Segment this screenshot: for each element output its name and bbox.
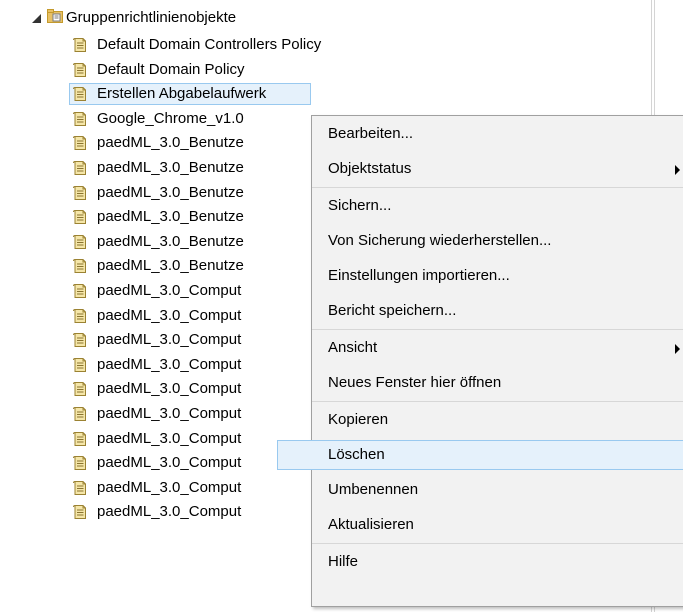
menu-item-einstellungen-importieren[interactable]: Einstellungen importieren... bbox=[312, 261, 683, 291]
menu-item-label: Bearbeiten... bbox=[328, 125, 414, 142]
gpo-tree-item-label: paedML_3.0_Benutze bbox=[97, 257, 244, 275]
gpo-document-icon bbox=[72, 86, 88, 102]
folder-gpo-icon bbox=[47, 9, 63, 23]
gpo-document-icon bbox=[72, 357, 88, 373]
gpo-document-icon bbox=[72, 381, 88, 397]
gpo-document-icon bbox=[72, 455, 88, 471]
gpo-tree-item-label: paedML_3.0_Benutze bbox=[97, 159, 244, 176]
gpo-tree-item-label: paedML_3.0_Comput bbox=[97, 331, 242, 349]
menu-item-label: Bericht speichern... bbox=[328, 302, 457, 319]
gpo-tree-item[interactable]: Default Domain Policy bbox=[0, 58, 640, 82]
gpo-tree-item-label: paedML_3.0_Comput bbox=[97, 405, 242, 422]
menu-item-label: Ansicht bbox=[328, 339, 378, 356]
gpo-document-icon bbox=[72, 209, 88, 225]
submenu-arrow-icon bbox=[675, 165, 680, 175]
gpo-tree-item-label: paedML_3.0_Benutze bbox=[97, 208, 244, 226]
menu-item-label: Sichern... bbox=[328, 197, 392, 214]
gpo-document-icon bbox=[72, 332, 88, 348]
gpo-document-icon bbox=[72, 406, 88, 422]
menu-item-umbenennen[interactable]: Umbenennen bbox=[312, 475, 683, 505]
gpo-document-icon bbox=[72, 160, 88, 176]
menu-separator bbox=[312, 187, 683, 188]
gpo-document-icon bbox=[72, 504, 88, 520]
context-menu: Bearbeiten... Objektstatus Sichern... Von S… bbox=[277, 115, 683, 607]
gpo-document-icon bbox=[72, 431, 88, 447]
menu-separator bbox=[312, 329, 683, 330]
menu-separator bbox=[312, 543, 683, 544]
gpo-document-icon bbox=[72, 480, 88, 496]
gpo-tree-item-label: Default Domain Controllers Policy bbox=[97, 36, 322, 53]
menu-item-kopieren[interactable]: Kopieren bbox=[312, 405, 683, 435]
menu-item-ansicht[interactable]: Ansicht bbox=[312, 333, 683, 363]
menu-item-sichern[interactable]: Sichern... bbox=[312, 191, 683, 221]
gpo-tree-item-label: paedML_3.0_Comput bbox=[97, 282, 242, 299]
gpo-tree-item-label: Google_Chrome_v1.0 bbox=[97, 109, 244, 127]
menu-item-label: Neues Fenster hier öffnen bbox=[328, 374, 502, 391]
menu-item-bearbeiten[interactable]: Bearbeiten... bbox=[312, 119, 683, 149]
gpo-document-icon bbox=[72, 234, 88, 250]
gpo-tree-item-label: paedML_3.0_Comput bbox=[97, 429, 242, 447]
gpo-tree-item[interactable]: Erstellen Abgabelaufwerk bbox=[0, 82, 640, 106]
menu-item-label: Hilfe bbox=[328, 553, 359, 570]
gpo-tree-pane: Gruppenrichtlinienobjekte Default Domain… bbox=[0, 0, 683, 612]
gpo-tree-item-label: paedML_3.0_Comput bbox=[97, 306, 242, 324]
menu-item-bericht-speichern[interactable]: Bericht speichern... bbox=[312, 296, 683, 326]
menu-item-löschen[interactable]: Löschen bbox=[277, 440, 683, 470]
gpo-tree-item-label: Erstellen Abgabelaufwerk bbox=[97, 85, 267, 103]
gpo-tree-item-label: Default Domain Policy bbox=[97, 60, 245, 78]
menu-item-label: Objektstatus bbox=[328, 160, 412, 177]
gpo-document-icon bbox=[72, 308, 88, 324]
tree-node-gruppenrichtlinienobjekte[interactable]: Gruppenrichtlinienobjekte bbox=[0, 6, 640, 32]
gpo-tree-item-label: paedML_3.0_Comput bbox=[97, 380, 242, 398]
menu-item-label: Umbenennen bbox=[328, 481, 419, 498]
gpo-tree-item-label: paedML_3.0_Benutze bbox=[97, 134, 244, 152]
menu-item-label: Löschen bbox=[328, 446, 385, 463]
gpo-document-icon bbox=[72, 37, 88, 53]
gpo-document-icon bbox=[72, 283, 88, 299]
gpo-document-icon bbox=[72, 258, 88, 274]
menu-item-objektstatus[interactable]: Objektstatus bbox=[312, 154, 683, 184]
menu-item-label: Einstellungen importieren... bbox=[328, 267, 510, 284]
menu-item-label: Aktualisieren bbox=[328, 516, 414, 533]
submenu-arrow-icon bbox=[675, 344, 680, 354]
gpo-document-icon bbox=[72, 62, 88, 78]
expanded-triangle-icon[interactable] bbox=[32, 14, 41, 23]
menu-item-hilfe[interactable]: Hilfe bbox=[312, 547, 683, 577]
menu-item-label: Kopieren bbox=[328, 411, 389, 428]
gpo-tree-item-label: paedML_3.0_Comput bbox=[97, 454, 242, 472]
menu-separator bbox=[312, 401, 683, 402]
gpo-tree-item-label: paedML_3.0_Comput bbox=[97, 355, 242, 373]
gpo-tree-item-label: paedML_3.0_Comput bbox=[97, 503, 242, 521]
gpo-document-icon bbox=[72, 185, 88, 201]
gpo-tree-item-label: paedML_3.0_Benutze bbox=[97, 232, 244, 250]
gpo-tree-item-label: paedML_3.0_Benutze bbox=[97, 183, 244, 201]
gpo-document-icon bbox=[72, 111, 88, 127]
menu-item-neues-fenster-hier-öffnen[interactable]: Neues Fenster hier öffnen bbox=[312, 368, 683, 398]
menu-item-von-sicherung-wiederherstellen[interactable]: Von Sicherung wiederherstellen... bbox=[312, 226, 683, 256]
menu-item-label: Von Sicherung wiederherstellen... bbox=[328, 232, 552, 249]
tree-root-label: Gruppenrichtlinienobjekte bbox=[66, 9, 237, 26]
gpo-document-icon bbox=[72, 135, 88, 151]
gpo-tree-item-label: paedML_3.0_Comput bbox=[97, 478, 242, 496]
gpo-tree-item[interactable]: Default Domain Controllers Policy bbox=[0, 33, 640, 57]
menu-item-aktualisieren[interactable]: Aktualisieren bbox=[312, 510, 683, 540]
